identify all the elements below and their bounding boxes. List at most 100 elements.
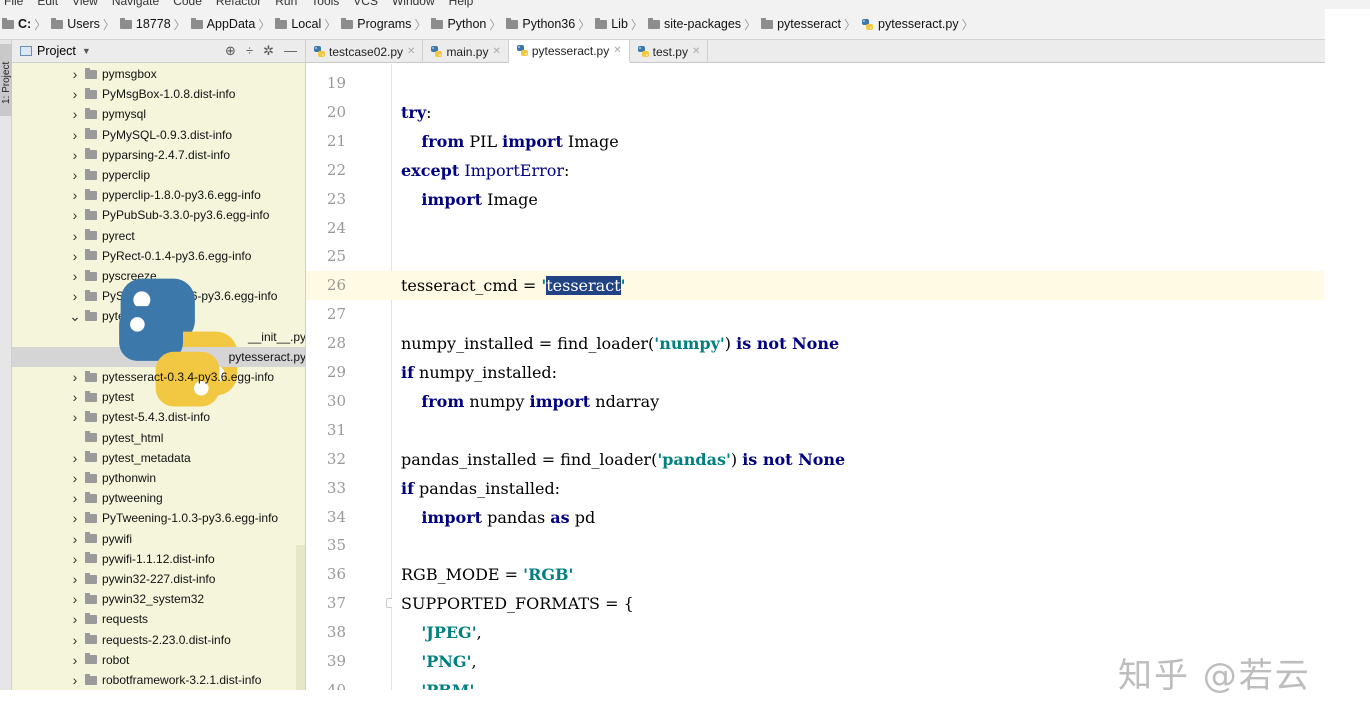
code-line[interactable]: from numpy import ndarray <box>392 387 1324 416</box>
breadcrumb-item[interactable]: pytesseract 〉 <box>761 16 860 33</box>
chevron-right-icon[interactable]: › <box>68 611 82 627</box>
code-line[interactable]: if pandas_installed: <box>392 474 1324 503</box>
tree-item[interactable]: › pywin32_system32 <box>12 589 305 609</box>
breadcrumb-item[interactable]: C: 〉 <box>2 16 50 33</box>
chevron-right-icon[interactable]: › <box>68 187 82 203</box>
menu-item[interactable]: Help <box>449 0 474 8</box>
close-icon[interactable]: ✕ <box>613 45 621 56</box>
code-line[interactable]: import pandas as pd <box>392 503 1324 532</box>
tree-item[interactable]: pytesseract.py <box>12 306 305 407</box>
chevron-right-icon[interactable]: › <box>68 106 82 122</box>
code-line[interactable]: RGB_MODE = 'RGB' <box>392 560 1324 589</box>
code-line[interactable]: try: <box>392 98 1324 127</box>
chevron-right-icon[interactable]: › <box>68 369 82 385</box>
gear-icon[interactable]: ✲ <box>263 43 274 59</box>
tree-item[interactable]: › pytest <box>12 387 305 407</box>
chevron-right-icon[interactable]: › <box>68 672 82 688</box>
chevron-right-icon[interactable]: › <box>68 228 82 244</box>
tree-item[interactable]: › pyperclip-1.8.0-py3.6.egg-info <box>12 185 305 205</box>
code-line[interactable] <box>392 531 1324 560</box>
chevron-right-icon[interactable]: › <box>68 470 82 486</box>
project-scrollbar[interactable] <box>296 545 305 690</box>
code-line[interactable]: except ImportError: <box>392 156 1324 185</box>
chevron-right-icon[interactable]: › <box>68 389 82 405</box>
chevron-right-icon[interactable]: › <box>68 207 82 223</box>
code-line[interactable]: import Image <box>392 185 1324 214</box>
tree-item[interactable]: › pytweening <box>12 488 305 508</box>
code-editor[interactable]: try: from PIL import Image except ImportE… <box>392 64 1324 690</box>
tree-item[interactable]: › requests <box>12 609 305 629</box>
tree-item[interactable]: › pytest-5.4.3.dist-info <box>12 407 305 427</box>
tree-item[interactable]: › pythonwin <box>12 468 305 488</box>
hide-icon[interactable]: — <box>284 43 297 59</box>
code-line[interactable] <box>392 300 1324 329</box>
locate-icon[interactable]: ⊕ <box>225 43 236 59</box>
breadcrumb-item[interactable]: Python36 〉 <box>506 16 594 33</box>
tree-item[interactable]: › PyMsgBox-1.0.8.dist-info <box>12 84 305 104</box>
project-tool-tab[interactable]: 1: Project <box>0 44 12 116</box>
breadcrumb-item[interactable]: Lib 〉 <box>595 16 647 33</box>
code-line[interactable]: numpy_installed = find_loader('numpy') i… <box>392 329 1324 358</box>
menu-item[interactable]: Navigate <box>112 0 159 8</box>
chevron-right-icon[interactable]: › <box>68 147 82 163</box>
breadcrumb-item[interactable]: Local 〉 <box>275 16 340 33</box>
tree-item[interactable]: › PyPubSub-3.3.0-py3.6.egg-info <box>12 205 305 225</box>
project-title[interactable]: Project <box>37 44 76 58</box>
tree-item[interactable]: › requests-2.23.0.dist-info <box>12 630 305 650</box>
editor-tab[interactable]: test.py ✕ <box>630 40 709 63</box>
code-line[interactable] <box>392 214 1324 243</box>
breadcrumb-item[interactable]: Programs 〉 <box>341 16 430 33</box>
chevron-right-icon[interactable]: › <box>68 450 82 466</box>
tree-item[interactable]: › pyperclip <box>12 165 305 185</box>
tree-item[interactable]: › PyMySQL-0.9.3.dist-info <box>12 125 305 145</box>
code-line[interactable]: pandas_installed = find_loader('pandas')… <box>392 445 1324 474</box>
menu-item[interactable]: Window <box>392 0 435 8</box>
chevron-right-icon[interactable]: › <box>68 167 82 183</box>
close-icon[interactable]: ✕ <box>407 46 415 57</box>
tree-item[interactable]: › pywin32-227.dist-info <box>12 569 305 589</box>
breadcrumb-item[interactable]: Python 〉 <box>431 16 505 33</box>
collapse-icon[interactable]: ÷ <box>246 43 253 59</box>
tree-item[interactable]: › robotframework-3.2.1.dist-info <box>12 670 305 690</box>
code-line[interactable]: tesseract_cmd = 'tesseract' <box>392 271 1324 301</box>
tree-item[interactable]: › PyRect-0.1.4-py3.6.egg-info <box>12 246 305 266</box>
tree-item[interactable]: › pyparsing-2.4.7.dist-info <box>12 145 305 165</box>
chevron-right-icon[interactable]: › <box>68 632 82 648</box>
chevron-right-icon[interactable]: › <box>68 591 82 607</box>
code-line[interactable] <box>392 242 1324 271</box>
menu-item[interactable]: VCS <box>353 0 378 8</box>
chevron-right-icon[interactable]: › <box>68 551 82 567</box>
editor-tab[interactable]: pytesseract.py ✕ <box>508 40 630 63</box>
chevron-down-icon[interactable]: ▼ <box>82 46 91 56</box>
code-line[interactable]: if numpy_installed: <box>392 358 1324 387</box>
chevron-right-icon[interactable]: › <box>68 288 82 304</box>
tree-item[interactable]: › pytesseract-0.3.4-py3.6.egg-info <box>12 367 305 387</box>
tree-item[interactable]: › pymysql <box>12 104 305 124</box>
tree-item[interactable]: › pyrect <box>12 226 305 246</box>
tree-item[interactable]: › pymsgbox <box>12 64 305 84</box>
chevron-right-icon[interactable]: › <box>68 248 82 264</box>
menu-item[interactable]: Edit <box>37 0 58 8</box>
code-line[interactable]: from PIL import Image <box>392 127 1324 156</box>
tree-item[interactable]: › pywifi <box>12 529 305 549</box>
code-line[interactable]: SUPPORTED_FORMATS = { <box>392 589 1324 618</box>
tree-item[interactable]: pytest_html <box>12 428 305 448</box>
menu-item[interactable]: Refactor <box>216 0 261 8</box>
breadcrumb-item[interactable]: Users 〉 <box>51 16 119 33</box>
code-line[interactable] <box>392 416 1324 445</box>
chevron-right-icon[interactable]: › <box>68 531 82 547</box>
menu-item[interactable]: Tools <box>311 0 339 8</box>
tree-item[interactable]: › pytest_metadata <box>12 448 305 468</box>
breadcrumb-item[interactable]: 18778 〉 <box>119 16 190 33</box>
code-line[interactable]: 'JPEG', <box>392 618 1324 647</box>
close-icon[interactable]: ✕ <box>492 46 500 57</box>
editor-tab[interactable]: main.py ✕ <box>423 40 509 63</box>
editor-tab[interactable]: testcase02.py ✕ <box>306 40 424 63</box>
tree-item[interactable]: › robot <box>12 650 305 670</box>
chevron-right-icon[interactable]: › <box>68 490 82 506</box>
tree-item[interactable]: › PyTweening-1.0.3-py3.6.egg-info <box>12 508 305 528</box>
chevron-right-icon[interactable]: › <box>68 510 82 526</box>
chevron-right-icon[interactable]: › <box>68 571 82 587</box>
menu-item[interactable]: File <box>4 0 23 8</box>
menu-item[interactable]: View <box>72 0 98 8</box>
